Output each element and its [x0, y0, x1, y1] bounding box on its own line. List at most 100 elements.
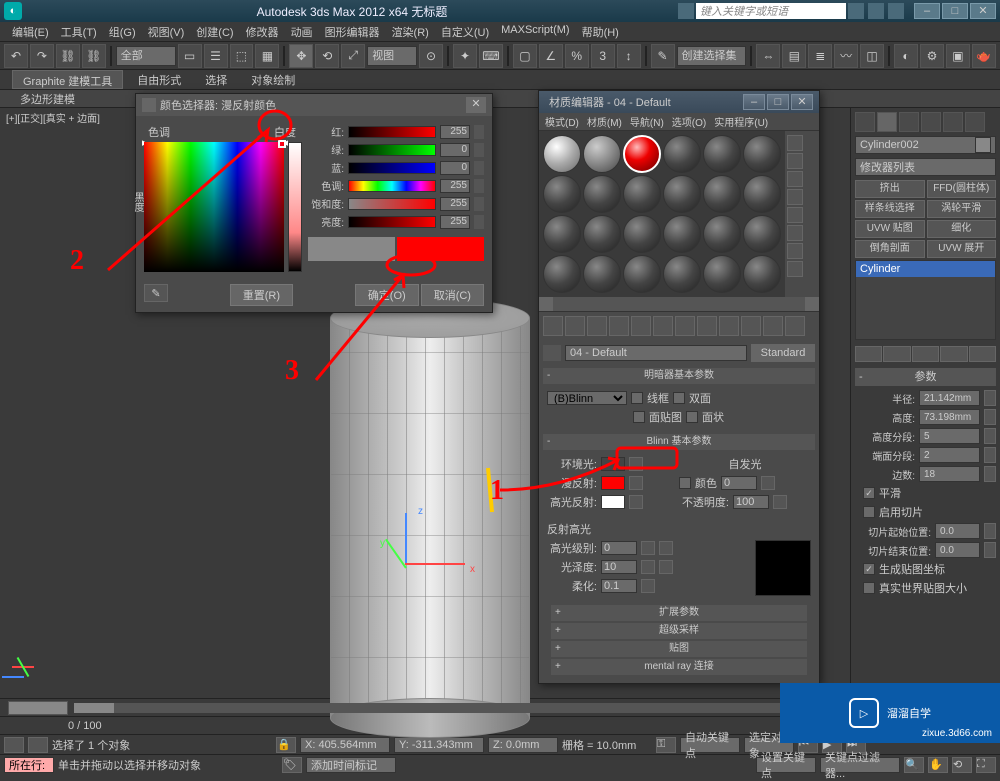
slice-check[interactable] [863, 506, 875, 518]
tag-icon[interactable]: 🏷 [282, 757, 302, 773]
help-icon[interactable] [888, 3, 904, 19]
cp-slider-0[interactable] [348, 126, 436, 138]
cp-value-3[interactable]: 255 [440, 179, 470, 193]
material-slot-2[interactable] [623, 135, 661, 173]
param-value-4[interactable]: 18 [919, 466, 980, 482]
ribbon-poly-button[interactable]: 多边形建模 [12, 90, 83, 107]
material-slot-10[interactable] [703, 175, 741, 213]
close-button[interactable]: ✕ [970, 3, 996, 19]
show-map-icon[interactable] [719, 316, 739, 336]
soften-value[interactable]: 0.1 [601, 579, 637, 593]
material-slot-0[interactable] [543, 135, 581, 173]
help-search-input[interactable]: 键入关键字或短语 [696, 3, 846, 19]
object-name-field[interactable]: Cylinder002 [855, 136, 996, 154]
menu-tools[interactable]: 工具(T) [55, 22, 103, 41]
material-type-button[interactable]: Standard [751, 344, 815, 362]
param-spin-2[interactable] [984, 428, 996, 444]
maps-header[interactable]: 贴图 [551, 641, 807, 657]
mod-uvw[interactable]: UVW 贴图 [855, 220, 925, 238]
pin-stack-icon[interactable] [855, 346, 882, 362]
menu-edit[interactable]: 编辑(E) [6, 22, 55, 41]
key-icon[interactable]: ⚿ [656, 737, 676, 753]
cp-spin-4[interactable] [474, 197, 484, 211]
track-head[interactable] [8, 701, 68, 715]
material-editor-icon[interactable]: ◐ [894, 44, 918, 68]
gloss-map[interactable] [659, 560, 673, 574]
align-icon[interactable]: ▤ [782, 44, 806, 68]
curve-editor-icon[interactable]: 〰 [834, 44, 858, 68]
material-slot-14[interactable] [623, 215, 661, 253]
material-slot-16[interactable] [703, 215, 741, 253]
menu-maxscript[interactable]: MAXScript(M) [495, 22, 575, 41]
options-icon[interactable] [787, 243, 803, 259]
scale-icon[interactable]: ⤢ [341, 44, 365, 68]
material-slot-1[interactable] [583, 135, 621, 173]
slice-value-0[interactable]: 0.0 [935, 523, 980, 539]
twoside-check[interactable] [673, 392, 685, 404]
param-value-0[interactable]: 21.142mm [919, 390, 980, 406]
material-slot-22[interactable] [703, 255, 741, 293]
viewport-nav-icon[interactable]: 🔍 [904, 757, 924, 773]
matmenu-nav[interactable]: 导航(N) [626, 113, 668, 130]
color-field[interactable] [144, 142, 284, 272]
genmap-check[interactable]: ✓ [863, 563, 875, 575]
facemap-check[interactable] [633, 411, 645, 423]
sample-type-icon[interactable] [787, 135, 803, 151]
stack-item[interactable]: Cylinder [856, 261, 995, 277]
cp-slider-5[interactable] [348, 216, 436, 228]
select-rect-icon[interactable]: ⬚ [230, 44, 254, 68]
manip-icon[interactable]: ✦ [453, 44, 477, 68]
display-tab-icon[interactable] [943, 112, 963, 132]
mod-unwrap[interactable]: UVW 展开 [927, 240, 997, 258]
lock-selection-icon[interactable]: 🔒 [276, 737, 296, 753]
scroll-right-icon[interactable] [805, 297, 819, 311]
faceted-check[interactable] [686, 411, 698, 423]
render-icon[interactable]: 🫖 [972, 44, 996, 68]
select-icon[interactable]: ▭ [178, 44, 202, 68]
reset-map-icon[interactable] [609, 316, 629, 336]
time-slider-thumb[interactable] [74, 703, 114, 713]
setkey-button[interactable]: 设置关键点 [756, 757, 816, 773]
menu-group[interactable]: 组(G) [103, 22, 142, 41]
orbit-icon[interactable]: ⟲ [952, 757, 972, 773]
params-header[interactable]: 参数 [855, 368, 996, 386]
select-by-mat-icon[interactable] [787, 261, 803, 277]
maxscript-icon[interactable] [4, 737, 24, 753]
ambient-swatch[interactable] [601, 457, 625, 471]
go-forward-icon[interactable] [785, 316, 805, 336]
ribbon-tab-graphite[interactable]: Graphite 建模工具 [12, 70, 123, 89]
backlight-icon[interactable] [787, 153, 803, 169]
material-slot-18[interactable] [543, 255, 581, 293]
ext-params-header[interactable]: 扩展参数 [551, 605, 807, 621]
config-icon[interactable] [969, 346, 996, 362]
material-slot-6[interactable] [543, 175, 581, 213]
slice-value-1[interactable]: 0.0 [935, 542, 980, 558]
put-library-icon[interactable] [675, 316, 695, 336]
reset-button[interactable]: 重置(R) [230, 284, 293, 306]
show-end-result-icon[interactable] [741, 316, 761, 336]
shader-params-header[interactable]: 明暗器基本参数 [543, 368, 815, 384]
matedit-titlebar[interactable]: 材质编辑器 - 04 - Default – □ ✕ [539, 91, 819, 113]
unlink-icon[interactable]: ⛓ [82, 44, 106, 68]
video-check-icon[interactable] [787, 207, 803, 223]
get-material-icon[interactable] [543, 316, 563, 336]
maximize-button[interactable]: □ [942, 3, 968, 19]
pivot-icon[interactable]: ⊙ [419, 44, 443, 68]
param-spin-3[interactable] [984, 447, 996, 463]
make-copy-icon[interactable] [631, 316, 651, 336]
mod-turbo[interactable]: 涡轮平滑 [927, 200, 997, 218]
gizmo-x-axis[interactable] [405, 563, 465, 565]
menu-help[interactable]: 帮助(H) [576, 22, 625, 41]
modifier-list-dropdown[interactable]: 修改器列表 [855, 158, 996, 176]
material-slot-9[interactable] [663, 175, 701, 213]
sample-uv-icon[interactable] [787, 189, 803, 205]
material-slot-5[interactable] [743, 135, 781, 173]
material-slot-8[interactable] [623, 175, 661, 213]
param-value-3[interactable]: 2 [919, 447, 980, 463]
menu-animation[interactable]: 动画 [285, 22, 319, 41]
snap-angle-icon[interactable]: ∠ [539, 44, 563, 68]
pick-icon[interactable] [543, 345, 561, 361]
cp-spin-0[interactable] [474, 125, 484, 139]
modify-tab-icon[interactable] [877, 112, 897, 132]
cp-spin-5[interactable] [474, 215, 484, 229]
